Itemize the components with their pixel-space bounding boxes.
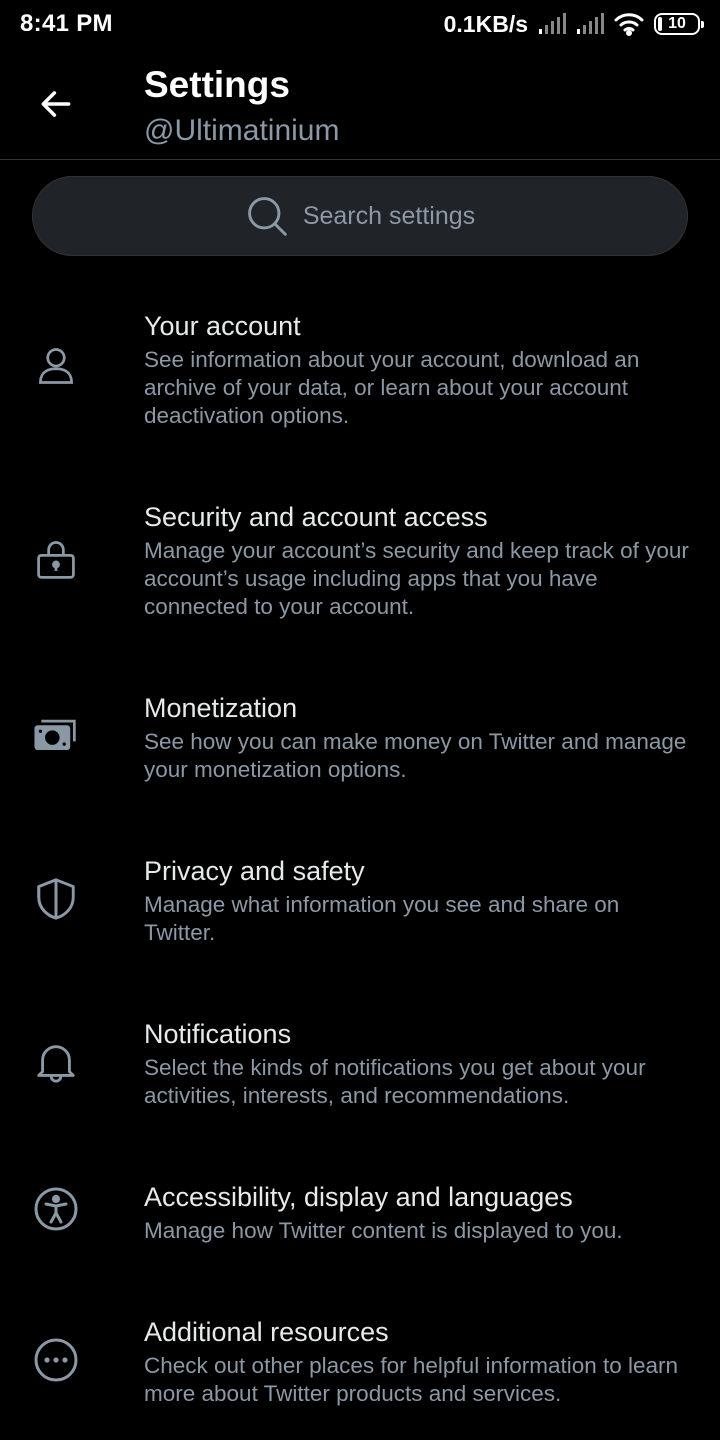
status-bar: 8:41 PM 0.1KB/s 10 <box>0 0 720 48</box>
signal-icon <box>576 13 604 35</box>
battery-icon: 10 <box>654 13 704 35</box>
person-icon <box>30 340 82 392</box>
battery-level: 10 <box>668 15 686 32</box>
settings-item-additional-resources[interactable]: Additional resources Check out other pla… <box>0 1314 720 1414</box>
settings-item-description: Select the kinds of notifications you ge… <box>144 1055 646 1108</box>
search-input[interactable]: Search settings <box>32 176 688 256</box>
settings-item-title: Monetization <box>144 693 298 723</box>
settings-item-description: See information about your account, down… <box>144 347 640 428</box>
settings-item-title: Notifications <box>144 1019 292 1049</box>
settings-item-security[interactable]: Security and account access Manage your … <box>0 499 720 629</box>
settings-item-description: Check out other places for helpful infor… <box>144 1353 679 1406</box>
settings-item-description: Manage your account’s security and keep … <box>144 538 689 619</box>
status-indicators: 0.1KB/s 10 <box>443 10 704 38</box>
battery-fill <box>658 17 663 31</box>
settings-item-description: Manage what information you see and shar… <box>144 892 620 945</box>
settings-item-title: Additional resources <box>144 1317 389 1347</box>
network-speed: 0.1KB/s <box>443 10 528 37</box>
search-placeholder: Search settings <box>302 201 476 230</box>
settings-item-description: See how you can make money on Twitter an… <box>144 729 687 782</box>
settings-item-title: Security and account access <box>144 502 488 532</box>
settings-item-privacy[interactable]: Privacy and safety Manage what informati… <box>0 853 720 953</box>
page-title: Settings <box>144 64 290 105</box>
status-time: 8:41 PM <box>20 10 113 37</box>
bell-icon <box>30 1036 82 1088</box>
lock-icon <box>30 533 82 585</box>
back-button[interactable] <box>28 76 84 132</box>
settings-item-title: Your account <box>144 311 301 341</box>
account-handle: @Ultimatinium <box>144 114 340 147</box>
wifi-icon <box>614 12 644 36</box>
more-icon <box>30 1334 82 1386</box>
arrow-left-icon <box>41 91 71 117</box>
accessibility-icon <box>30 1183 82 1235</box>
settings-item-notifications[interactable]: Notifications Select the kinds of notifi… <box>0 1016 720 1116</box>
search-icon <box>247 197 287 236</box>
header: Settings @Ultimatinium <box>0 48 720 160</box>
settings-item-monetization[interactable]: Monetization See how you can make money … <box>0 690 720 790</box>
signal-icon <box>538 13 566 35</box>
settings-item-description: Manage how Twitter content is displayed … <box>144 1218 623 1243</box>
settings-item-your-account[interactable]: Your account See information about your … <box>0 308 720 438</box>
shield-icon <box>30 873 82 925</box>
settings-item-title: Privacy and safety <box>144 856 365 886</box>
settings-item-title: Accessibility, display and languages <box>144 1182 573 1212</box>
money-icon <box>30 708 82 760</box>
settings-item-accessibility[interactable]: Accessibility, display and languages Man… <box>0 1179 720 1259</box>
